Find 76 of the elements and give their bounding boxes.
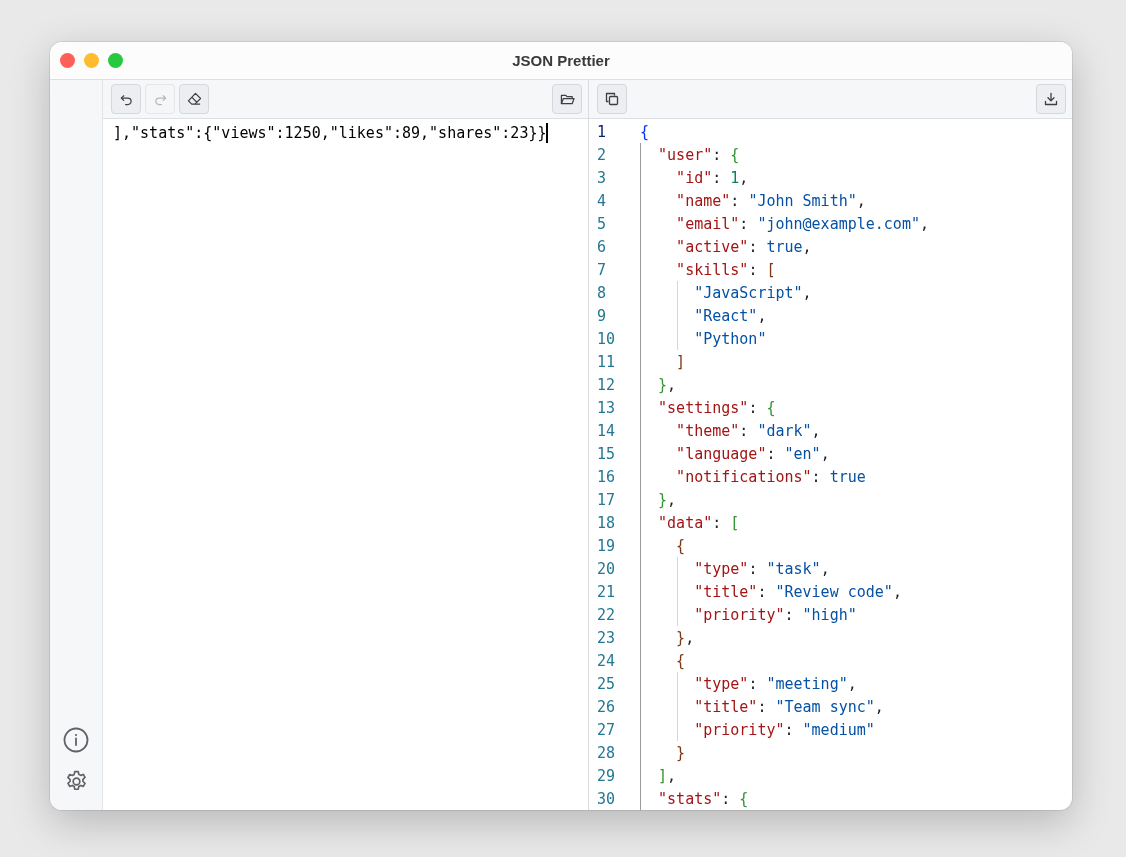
code-line: "skills": [ [675,260,776,279]
info-icon [63,727,89,753]
code-line: "React", [693,306,767,325]
code-line: "type": "meeting", [693,674,857,693]
code-line: "stats": { [657,789,749,808]
line-number: 9 [596,306,608,325]
line-number: 26 [596,697,617,716]
code-line: "language": "en", [675,444,830,463]
line-number: 15 [596,444,617,463]
code-line: "user": { [657,145,740,164]
line-number: 27 [596,720,617,739]
undo-icon [119,92,133,106]
line-number: 23 [596,628,617,647]
code-line: ] [675,352,686,371]
download-icon [1044,92,1058,106]
line-number: 4 [596,191,608,210]
line-number: 7 [596,260,608,279]
line-number: 2 [596,145,608,164]
code-line: "JavaScript", [693,283,812,302]
window-title: JSON Prettier [512,52,610,69]
code-line: "active": true, [675,237,812,256]
code-line: "type": "task", [693,559,830,578]
code-line: "priority": "high" [693,605,857,624]
code-line: "title": "Team sync", [693,697,884,716]
code-line: }, [657,375,677,394]
close-button[interactable] [60,53,75,68]
code-line: "settings": { [657,398,776,417]
line-number: 5 [596,214,608,233]
copy-button[interactable] [597,84,627,114]
code-line: { [675,536,686,555]
code-line: "name": "John Smith", [675,191,866,210]
json-input-field[interactable]: ],"stats":{"views":1250,"likes":89,"shares":23}} [103,119,588,810]
line-number: 19 [596,536,617,555]
clear-button[interactable] [179,84,209,114]
line-number: 21 [596,582,617,601]
code-line: "priority": "medium" [693,720,875,739]
line-number: 24 [596,651,617,670]
code-line: { [675,651,686,670]
line-number: 8 [596,283,608,302]
line-number: 12 [596,375,617,394]
code-line: "data": [ [657,513,740,532]
line-number: 28 [596,743,617,762]
open-file-button[interactable] [552,84,582,114]
line-number: 20 [596,559,617,578]
code-line: "Python" [693,329,767,348]
line-number: 13 [596,398,617,417]
code-line: "notifications": true [675,467,866,486]
eraser-icon [186,92,202,106]
line-number: 6 [596,237,608,256]
undo-button[interactable] [111,84,141,114]
info-button[interactable] [63,727,89,753]
code-line: { [640,122,650,141]
line-number: 10 [596,329,617,348]
code-line: "id": 1, [675,168,749,187]
code-line: ], [657,766,677,785]
folder-icon [559,92,575,106]
download-button[interactable] [1036,84,1066,114]
line-number: 18 [596,513,617,532]
line-number: 22 [596,605,617,624]
line-number: 29 [596,766,617,785]
code-line: "email": "john@example.com", [675,214,929,233]
line-number: 16 [596,467,617,486]
line-number: 14 [596,421,617,440]
copy-icon [605,92,619,106]
line-number: 3 [596,168,608,187]
line-number: 30 [596,789,617,808]
line-number: 11 [596,352,617,371]
code-line: "title": "Review code", [693,582,902,601]
code-line: "theme": "dark", [675,421,821,440]
code-line: } [675,743,686,762]
redo-icon [153,92,167,106]
line-number: 17 [596,490,617,509]
code-line: }, [657,490,677,509]
line-number: 1 [596,122,608,141]
code-line: }, [675,628,695,647]
line-number: 25 [596,674,617,693]
